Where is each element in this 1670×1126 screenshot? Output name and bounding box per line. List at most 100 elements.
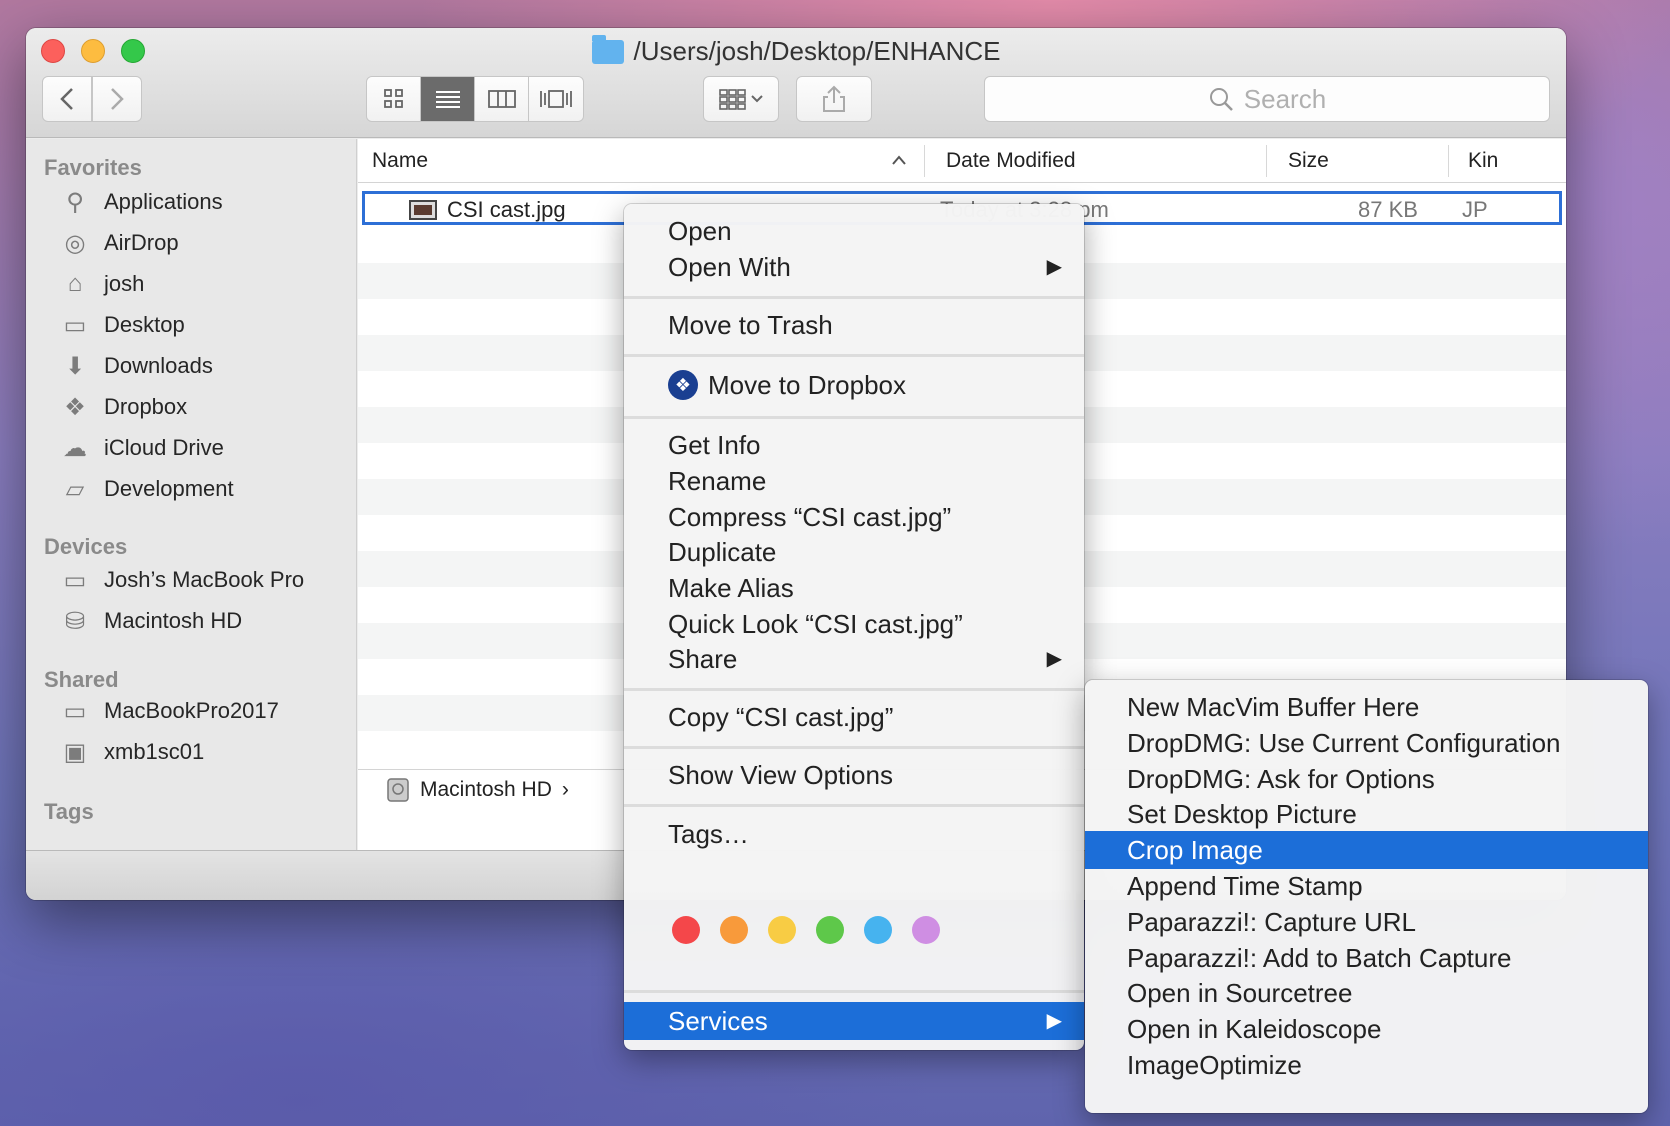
- menu-item-duplicate[interactable]: Duplicate: [624, 533, 1084, 571]
- sidebar-item-label: MacBookPro2017: [104, 698, 279, 723]
- menu-item-move-to-dropbox[interactable]: ❖ Move to Dropbox: [624, 366, 1084, 404]
- context-menu: Open Open With ▶ Move to Trash ❖ Move to D…: [624, 204, 1084, 1050]
- sidebar: Favorites ⚲ Applications ◎ AirDrop ⌂ josh ▭…: [26, 139, 357, 850]
- menu-item-show-view-options[interactable]: Show View Options: [624, 756, 1084, 794]
- desktop-icon: ▭: [63, 311, 87, 339]
- sidebar-item-desktop[interactable]: ▭ Desktop: [60, 308, 185, 342]
- laptop-icon: ▭: [63, 697, 87, 725]
- column-view-button[interactable]: [475, 77, 529, 121]
- sort-ascending-icon: [892, 155, 906, 165]
- menu-item-make-alias[interactable]: Make Alias: [624, 569, 1084, 607]
- cloud-icon: ☁: [63, 434, 87, 462]
- services-item-append-time-stamp[interactable]: Append Time Stamp: [1085, 867, 1648, 905]
- tag-blue[interactable]: [864, 916, 892, 944]
- column-size[interactable]: Size: [1288, 149, 1329, 173]
- tag-purple[interactable]: [912, 916, 940, 944]
- home-icon: ⌂: [67, 270, 83, 297]
- sidebar-item-xmb1sc01[interactable]: ▣ xmb1sc01: [60, 735, 205, 769]
- applications-icon: ⚲: [66, 188, 84, 216]
- tag-green[interactable]: [816, 916, 844, 944]
- column-kind[interactable]: Kin: [1468, 149, 1498, 173]
- arrange-grid-icon: [719, 89, 763, 110]
- services-item-imageoptimize[interactable]: ImageOptimize: [1085, 1046, 1648, 1084]
- path-volume[interactable]: Macintosh HD: [420, 778, 552, 802]
- menu-item-quick-look[interactable]: Quick Look “CSI cast.jpg”: [624, 605, 1084, 643]
- menu-item-label: Services: [668, 1006, 768, 1036]
- window-title-text: /Users/josh/Desktop/ENHANCE: [633, 36, 1001, 66]
- cover-flow-button[interactable]: [529, 77, 583, 121]
- folder-icon: ▱: [65, 475, 85, 503]
- services-item-paparazzi-add-to-batch-capture[interactable]: Paparazzi!: Add to Batch Capture: [1085, 939, 1648, 977]
- services-item-new-macvim-buffer-here[interactable]: New MacVim Buffer Here: [1085, 688, 1648, 726]
- arrange-button[interactable]: [703, 76, 779, 122]
- menu-item-share[interactable]: Share ▶: [624, 640, 1084, 678]
- list-view-button[interactable]: [421, 77, 475, 121]
- sidebar-item-downloads[interactable]: ⬇ Downloads: [60, 349, 213, 383]
- tag-orange[interactable]: [720, 916, 748, 944]
- file-name: CSI cast.jpg: [447, 197, 566, 222]
- services-item-paparazzi-capture-url[interactable]: Paparazzi!: Capture URL: [1085, 903, 1648, 941]
- window-title: /Users/josh/Desktop/ENHANCE: [26, 34, 1566, 67]
- menu-item-copy[interactable]: Copy “CSI cast.jpg”: [624, 698, 1084, 736]
- menu-item-compress[interactable]: Compress “CSI cast.jpg”: [624, 498, 1084, 536]
- services-item-open-in-sourcetree[interactable]: Open in Sourcetree: [1085, 974, 1648, 1012]
- menu-item-rename[interactable]: Rename: [624, 462, 1084, 500]
- file-kind: JP: [1462, 197, 1488, 222]
- share-button[interactable]: [796, 76, 872, 122]
- services-item-set-desktop-picture[interactable]: Set Desktop Picture: [1085, 795, 1648, 833]
- folder-icon: [591, 34, 624, 64]
- sidebar-item-dropbox[interactable]: ❖ Dropbox: [60, 390, 187, 424]
- back-button[interactable]: [42, 76, 92, 122]
- tag-yellow[interactable]: [768, 916, 796, 944]
- menu-item-tags[interactable]: Tags…: [624, 815, 1084, 853]
- search-placeholder: Search: [1243, 83, 1327, 114]
- titlebar: /Users/josh/Desktop/ENHANCE Search: [26, 28, 1566, 138]
- menu-item-open-with[interactable]: Open With ▶: [624, 248, 1084, 286]
- sidebar-item-macintosh-hd[interactable]: ⛁ Macintosh HD: [60, 604, 242, 638]
- laptop-icon: ▭: [63, 566, 87, 594]
- sidebar-section-tags: Tags: [44, 799, 94, 824]
- chevron-left-icon: [60, 88, 73, 110]
- sidebar-section-favorites: Favorites: [44, 155, 142, 180]
- disk-icon: [387, 777, 409, 802]
- search-field[interactable]: Search: [984, 76, 1550, 122]
- monitor-icon: ▣: [63, 738, 87, 766]
- view-mode-segmented-control: [366, 76, 584, 122]
- menu-item-services[interactable]: Services ▶: [624, 1002, 1084, 1040]
- sidebar-item-josh[interactable]: ⌂ josh: [60, 267, 145, 301]
- sidebar-item-applications[interactable]: ⚲ Applications: [60, 185, 222, 219]
- sidebar-item-label: iCloud Drive: [104, 435, 224, 460]
- sidebar-item-airdrop[interactable]: ◎ AirDrop: [60, 226, 179, 260]
- column-header: Name Date Modified Size Kin: [358, 139, 1566, 183]
- menu-item-get-info[interactable]: Get Info: [624, 426, 1084, 464]
- services-item-dropdmg-use-current-configuration[interactable]: DropDMG: Use Current Configuration: [1085, 724, 1648, 762]
- disk-icon: ⛁: [64, 607, 86, 635]
- menu-item-move-to-trash[interactable]: Move to Trash: [624, 306, 1084, 344]
- sidebar-section-devices: Devices: [44, 534, 128, 559]
- menu-item-open[interactable]: Open: [624, 212, 1084, 250]
- sidebar-item-development[interactable]: ▱ Development: [60, 472, 234, 506]
- submenu-arrow-icon: ▶: [1046, 1010, 1062, 1032]
- menu-item-label: Share: [668, 644, 738, 674]
- sidebar-item-macbookpro2017[interactable]: ▭ MacBookPro2017: [60, 694, 279, 728]
- sidebar-section-shared: Shared: [44, 667, 119, 692]
- icon-view-button[interactable]: [367, 77, 421, 121]
- tag-red[interactable]: [672, 916, 700, 944]
- sidebar-item-label: Development: [104, 476, 234, 501]
- chevron-right-icon: [111, 88, 124, 110]
- dropbox-icon: ❖: [64, 393, 86, 421]
- sidebar-item-macbook-pro[interactable]: ▭ Josh’s MacBook Pro: [60, 563, 304, 597]
- sidebar-item-label: Desktop: [104, 312, 185, 337]
- dropbox-icon: ❖: [668, 370, 698, 401]
- submenu-arrow-icon: ▶: [1046, 256, 1062, 278]
- services-item-dropdmg-ask-for-options[interactable]: DropDMG: Ask for Options: [1085, 760, 1648, 798]
- sidebar-item-label: Downloads: [104, 353, 213, 378]
- sidebar-item-label: Macintosh HD: [104, 608, 243, 633]
- services-item-open-in-kaleidoscope[interactable]: Open in Kaleidoscope: [1085, 1010, 1648, 1048]
- services-item-crop-image[interactable]: Crop Image: [1085, 831, 1648, 870]
- column-date-modified[interactable]: Date Modified: [946, 149, 1076, 173]
- file-size: 87 KB: [1358, 197, 1418, 222]
- column-name[interactable]: Name: [372, 149, 428, 173]
- sidebar-item-icloud-drive[interactable]: ☁ iCloud Drive: [60, 431, 224, 465]
- forward-button[interactable]: [92, 76, 142, 122]
